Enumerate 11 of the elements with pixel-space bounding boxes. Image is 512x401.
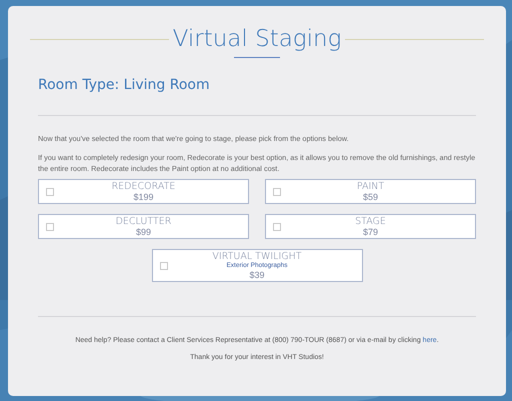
room-type-heading: Room Type: Living Room <box>38 77 210 93</box>
checkbox[interactable] <box>273 222 281 230</box>
option-button[interactable]: DECLUTTER $99 <box>38 214 249 239</box>
page-title: Virtual Staging <box>172 25 342 54</box>
checkbox[interactable] <box>46 188 54 196</box>
option-button[interactable]: REDECORATE $199 <box>38 179 249 204</box>
option-button[interactable]: STAGE $79 <box>265 214 476 239</box>
checkbox[interactable] <box>160 262 168 270</box>
checkbox[interactable] <box>273 188 281 196</box>
option-button[interactable]: PAINT $59 <box>265 179 476 204</box>
checkbox[interactable] <box>46 222 54 230</box>
